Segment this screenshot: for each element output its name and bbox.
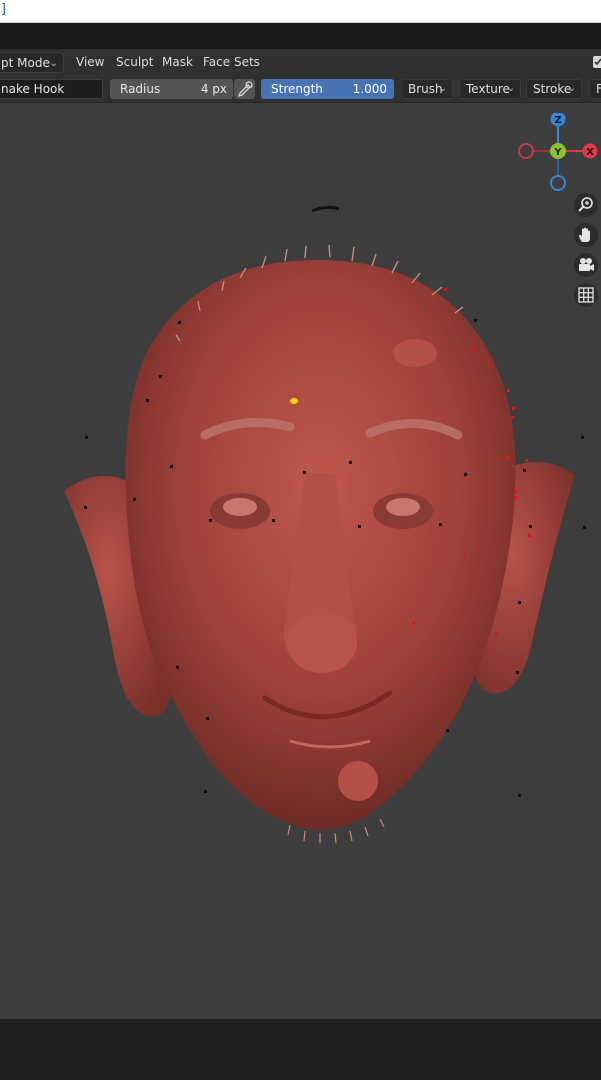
- neg-x-axis-handle[interactable]: [518, 143, 534, 159]
- camera-view-button[interactable]: [574, 253, 598, 277]
- pen-pressure-icon: [237, 81, 253, 98]
- 3d-viewport[interactable]: X Z Y: [0, 103, 601, 1019]
- camera-icon: [579, 258, 594, 271]
- tool-settings-bar: nake Hook Radius 4 px Strength 1.000 Bru…: [0, 77, 601, 103]
- topbar-spacer: [0, 23, 601, 49]
- falloff-dropdown[interactable]: F: [589, 79, 601, 99]
- chevron-down-icon: ⌄: [506, 83, 515, 94]
- overlay-toggle-icon[interactable]: [590, 54, 601, 74]
- ortho-toggle-button[interactable]: [574, 283, 598, 307]
- sculpt-model[interactable]: [0, 103, 601, 1019]
- grid-icon: [578, 287, 594, 303]
- radius-label: Radius: [120, 82, 161, 96]
- brush-dropdown-label: Brush: [408, 82, 443, 96]
- chevron-down-icon: ⌄: [438, 83, 447, 94]
- strength-value: 1.000: [352, 82, 387, 96]
- menu-mask[interactable]: Mask: [162, 55, 193, 69]
- menu-view[interactable]: View: [76, 55, 104, 69]
- menu-face-sets[interactable]: Face Sets: [203, 55, 260, 69]
- z-axis-label: Z: [554, 115, 561, 126]
- stroke-dropdown-label: Stroke: [533, 82, 572, 96]
- brush-name-field[interactable]: nake Hook: [0, 79, 103, 99]
- status-bar: [0, 1019, 601, 1080]
- texture-dropdown-label: Texture: [466, 82, 510, 96]
- neg-z-axis-handle[interactable]: [550, 175, 566, 191]
- brush-dropdown[interactable]: Brush ⌄: [401, 79, 453, 99]
- pan-button[interactable]: [574, 223, 598, 247]
- chevron-down-icon: ⌄: [567, 83, 576, 94]
- navigation-gizmo[interactable]: X Z Y: [516, 111, 601, 199]
- mode-label: pt Mode: [1, 56, 50, 70]
- chevron-down-icon: ⌄: [49, 58, 58, 69]
- pen-pressure-button[interactable]: [234, 79, 255, 99]
- x-axis-label: X: [586, 147, 594, 158]
- y-axis-label: Y: [553, 147, 562, 158]
- title-fragment: ]: [0, 2, 8, 17]
- strength-slider[interactable]: Strength 1.000: [261, 79, 394, 99]
- texture-dropdown[interactable]: Texture ⌄: [459, 79, 521, 99]
- viewport-header: pt Mode ⌄ View Sculpt Mask Face Sets: [0, 49, 601, 77]
- zoom-button[interactable]: [574, 193, 598, 217]
- radius-value: 4 px: [200, 82, 227, 96]
- window-title-strip: ]: [0, 0, 601, 23]
- mode-selector[interactable]: pt Mode ⌄: [0, 52, 64, 73]
- zoom-in-icon: [578, 197, 593, 212]
- menu-sculpt[interactable]: Sculpt: [116, 55, 153, 69]
- radius-slider[interactable]: Radius 4 px: [110, 79, 233, 99]
- strength-label: Strength: [271, 82, 323, 96]
- hand-pan-icon: [579, 227, 590, 242]
- stroke-dropdown[interactable]: Stroke ⌄: [526, 79, 582, 99]
- falloff-dropdown-label: F: [596, 82, 601, 96]
